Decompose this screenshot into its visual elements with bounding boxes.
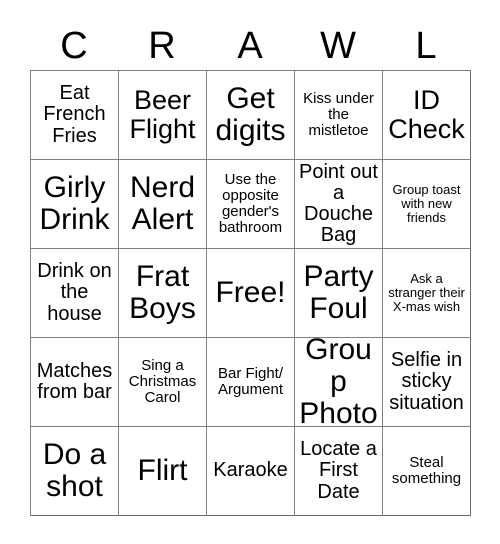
bingo-cell-label: Ask a stranger their X-mas wish xyxy=(388,271,465,314)
bingo-cell-label: Bar Fight/ Argument xyxy=(217,365,284,398)
bingo-cell-r5c1[interactable]: Do a shot xyxy=(31,427,119,516)
bingo-cell-r1c3[interactable]: Get digits xyxy=(207,71,295,160)
bingo-cell-r4c2[interactable]: Sing a Christmas Carol xyxy=(119,338,207,427)
bingo-cell-r5c5[interactable]: Steal something xyxy=(383,427,471,516)
bingo-cell-r5c4[interactable]: Locate a First Date xyxy=(295,427,383,516)
bingo-cell-r3c1[interactable]: Drink on the house xyxy=(31,249,119,338)
bingo-cell-label: Get digits xyxy=(215,82,286,147)
bingo-cell-label: Group toast with new friends xyxy=(392,182,461,225)
header-letter-5: L xyxy=(415,25,437,67)
bingo-cell-label: Point out a Douche Bag xyxy=(299,160,378,247)
bingo-cell-label: Party Foul xyxy=(303,260,374,325)
bingo-cell-label: Steal something xyxy=(391,454,462,487)
header-letter-1: C xyxy=(60,25,88,67)
bingo-cell-r3c5[interactable]: Ask a stranger their X-mas wish xyxy=(383,249,471,338)
bingo-cell-label: ID Check xyxy=(388,85,465,144)
bingo-cell-r3c4[interactable]: Party Foul xyxy=(295,249,383,338)
bingo-cell-r5c3[interactable]: Karaoke xyxy=(207,427,295,516)
bingo-cell-r2c5[interactable]: Group toast with new friends xyxy=(383,160,471,249)
header-letter-2: R xyxy=(148,25,176,67)
bingo-cell-r2c3[interactable]: Use the opposite gender's bathroom xyxy=(207,160,295,249)
bingo-cell-label: Do a shot xyxy=(42,438,107,503)
bingo-cell-r1c1[interactable]: Eat French Fries xyxy=(31,71,119,160)
bingo-cell-r4c1[interactable]: Matches from bar xyxy=(31,338,119,427)
bingo-grid: Eat French Fries Beer Flight Get digits … xyxy=(30,70,471,516)
bingo-card: C R A W L Eat French Fries Beer Flight G… xyxy=(0,0,500,544)
bingo-cell-label: Sing a Christmas Carol xyxy=(128,357,197,406)
bingo-cell-label: Beer Flight xyxy=(129,85,196,144)
bingo-cell-label: Locate a First Date xyxy=(300,438,377,503)
bingo-cell-free-space[interactable]: Free! xyxy=(207,249,295,338)
bingo-cell-label: Drink on the house xyxy=(37,260,112,325)
bingo-cell-r2c1[interactable]: Girly Drink xyxy=(31,160,119,249)
bingo-cell-r2c2[interactable]: Nerd Alert xyxy=(119,160,207,249)
header-letter-4: W xyxy=(320,25,356,67)
bingo-cell-r1c2[interactable]: Beer Flight xyxy=(119,71,207,160)
bingo-cell-r4c5[interactable]: Selfie in sticky situation xyxy=(383,338,471,427)
bingo-cell-label: Flirt xyxy=(137,454,188,488)
bingo-header-row: C R A W L xyxy=(30,22,470,70)
bingo-cell-r2c4[interactable]: Point out a Douche Bag xyxy=(295,160,383,249)
bingo-cell-r3c2[interactable]: Frat Boys xyxy=(119,249,207,338)
bingo-cell-label: Kiss under the mistletoe xyxy=(303,90,374,139)
bingo-cell-r4c3[interactable]: Bar Fight/ Argument xyxy=(207,338,295,427)
free-space-label: Free! xyxy=(215,276,286,310)
bingo-cell-label: Karaoke xyxy=(213,459,288,482)
bingo-cell-label: Eat French Fries xyxy=(43,82,106,147)
bingo-cell-label: Use the opposite gender's bathroom xyxy=(218,171,283,236)
bingo-cell-label: Girly Drink xyxy=(39,171,110,236)
bingo-cell-r1c5[interactable]: ID Check xyxy=(383,71,471,160)
bingo-cell-label: Group Photo xyxy=(299,338,378,427)
header-letter-3: A xyxy=(237,25,263,67)
bingo-cell-r5c2[interactable]: Flirt xyxy=(119,427,207,516)
bingo-cell-label: Nerd Alert xyxy=(129,171,196,236)
bingo-cell-label: Frat Boys xyxy=(129,260,196,325)
bingo-cell-r1c4[interactable]: Kiss under the mistletoe xyxy=(295,71,383,160)
bingo-cell-label: Selfie in sticky situation xyxy=(389,349,464,414)
bingo-cell-r4c4[interactable]: Group Photo xyxy=(295,338,383,427)
bingo-cell-label: Matches from bar xyxy=(36,359,113,403)
